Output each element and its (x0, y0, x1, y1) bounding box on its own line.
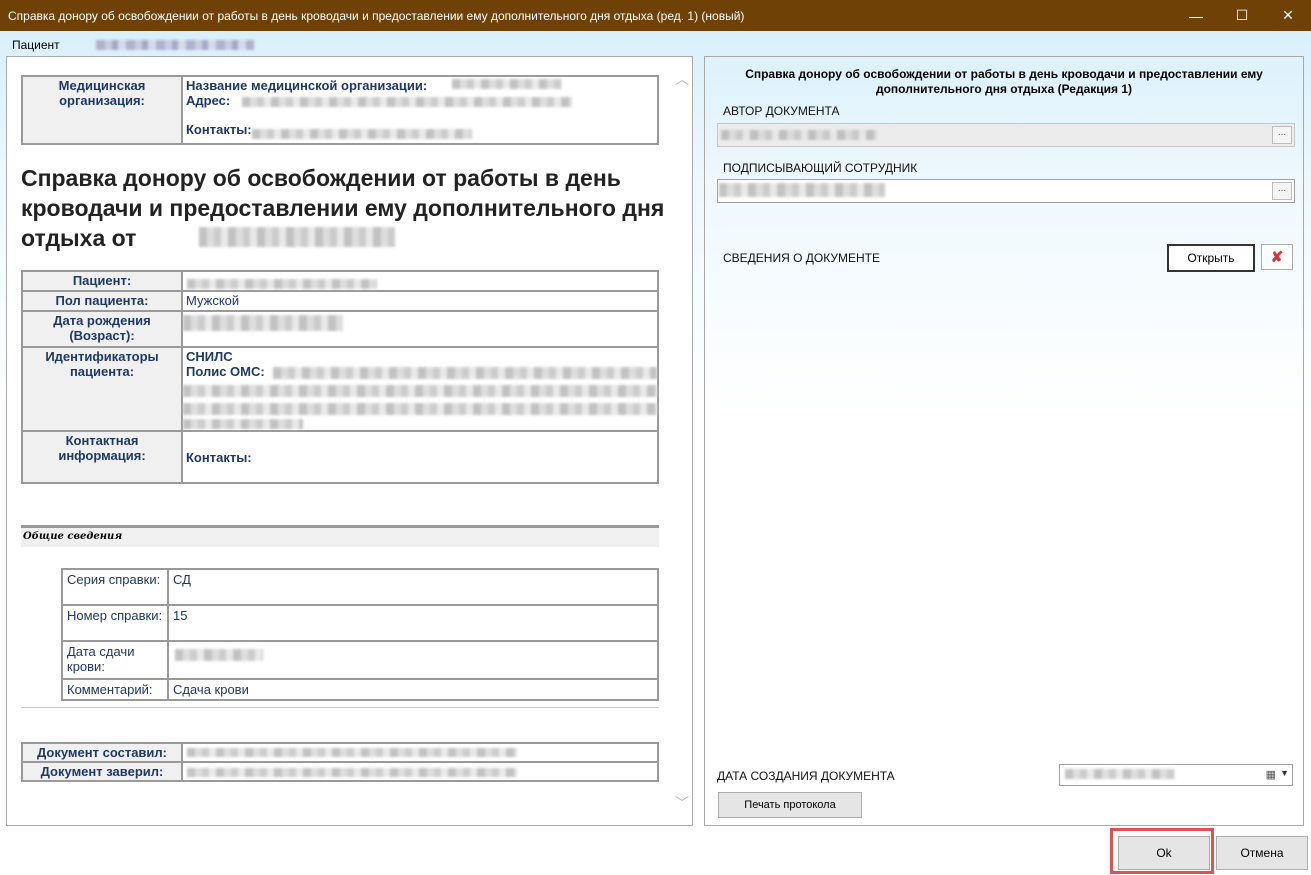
divider (21, 707, 659, 708)
print-protocol-button[interactable]: Печать протокола (718, 792, 862, 818)
general-section-title: Общие сведения (23, 531, 123, 542)
calendar-icon[interactable]: ▦ (1266, 768, 1276, 781)
patient-label: Пациент (12, 38, 60, 52)
org-header: Медицинская организация: (21, 75, 183, 145)
author-label: АВТОР ДОКУМЕНТА (723, 104, 840, 118)
panel-title: Справка донору об освобождении от работы… (745, 67, 1263, 96)
created-date-label: ДАТА СОЗДАНИЯ ДОКУМЕНТА (717, 769, 895, 783)
delete-button[interactable]: ✘ (1261, 244, 1293, 270)
birth-redacted (183, 315, 343, 331)
number-value: 15 (167, 604, 659, 642)
ids-row-label: Идентификаторы пациента: (21, 346, 183, 432)
series-value: СД (167, 568, 659, 606)
oms-redacted (273, 367, 657, 379)
created-date-redacted (1065, 769, 1175, 779)
patient-name-redacted (187, 279, 377, 289)
maximize-button[interactable]: ☐ (1219, 0, 1265, 31)
patient-row-label: Пациент: (21, 270, 183, 292)
org-name-label: Название медицинской организации: (186, 78, 428, 93)
patient-name-redacted (96, 40, 254, 50)
series-label: Серия справки: (61, 568, 169, 606)
certified-label: Документ заверил: (21, 761, 183, 782)
doc-info-label: СВЕДЕНИЯ О ДОКУМЕНТЕ (723, 251, 880, 265)
ids-redacted-4 (183, 419, 303, 429)
org-contacts-redacted (252, 129, 472, 139)
org-name-redacted (452, 79, 562, 89)
author-ellipsis-button[interactable]: ... (1272, 126, 1292, 144)
certified-redacted (187, 768, 517, 777)
comment-label: Комментарий: (61, 678, 169, 701)
signer-ellipsis-button[interactable]: ... (1272, 182, 1292, 200)
properties-panel: Справка донору об освобождении от работы… (704, 56, 1304, 826)
scroll-up-icon[interactable]: ︿ (675, 69, 689, 89)
document-preview[interactable]: ︿ ﹀ Медицинская организация: Название ме… (6, 56, 693, 826)
delete-icon: ✘ (1270, 249, 1284, 266)
composed-label: Документ составил: (21, 742, 183, 763)
org-address-redacted (242, 97, 572, 107)
comment-value: Сдача крови (167, 678, 659, 701)
ids-redacted-2 (183, 385, 657, 397)
open-button[interactable]: Открыть (1167, 244, 1255, 272)
birth-row-label: Дата рождения (Возраст): (21, 310, 183, 348)
ok-button[interactable]: Ok (1118, 836, 1210, 870)
blood-date-redacted (175, 649, 263, 661)
ids-redacted-3 (183, 403, 657, 415)
blood-date-label: Дата сдачи крови: (61, 640, 169, 680)
contacts-value: Контакты: (181, 430, 659, 484)
signer-label: ПОДПИСЫВАЮЩИЙ СОТРУДНИК (723, 161, 918, 175)
composed-redacted (187, 748, 517, 757)
sex-row-label: Пол пациента: (21, 290, 183, 312)
heading-date-redacted (199, 227, 395, 247)
cancel-button[interactable]: Отмена (1216, 836, 1308, 870)
general-section-bar: Общие сведения (21, 525, 659, 547)
author-redacted (721, 130, 877, 140)
number-label: Номер справки: (61, 604, 169, 642)
signer-redacted (719, 183, 885, 197)
close-button[interactable]: ✕ (1265, 0, 1311, 31)
scroll-down-icon[interactable]: ﹀ (675, 793, 689, 813)
minimize-button[interactable]: — (1173, 0, 1219, 31)
snils-label: СНИЛС (186, 349, 233, 364)
window-title: Справка донору об освобождении от работы… (8, 9, 745, 23)
general-table: Серия справки: СД Номер справки: 15 Дата… (61, 568, 659, 701)
contact-row-label: Контактная информация: (21, 430, 183, 484)
sex-row-value: Мужской (181, 290, 659, 312)
dropdown-arrow-icon[interactable]: ▼ (1280, 768, 1289, 778)
title-bar: Справка донору об освобождении от работы… (0, 0, 1311, 31)
